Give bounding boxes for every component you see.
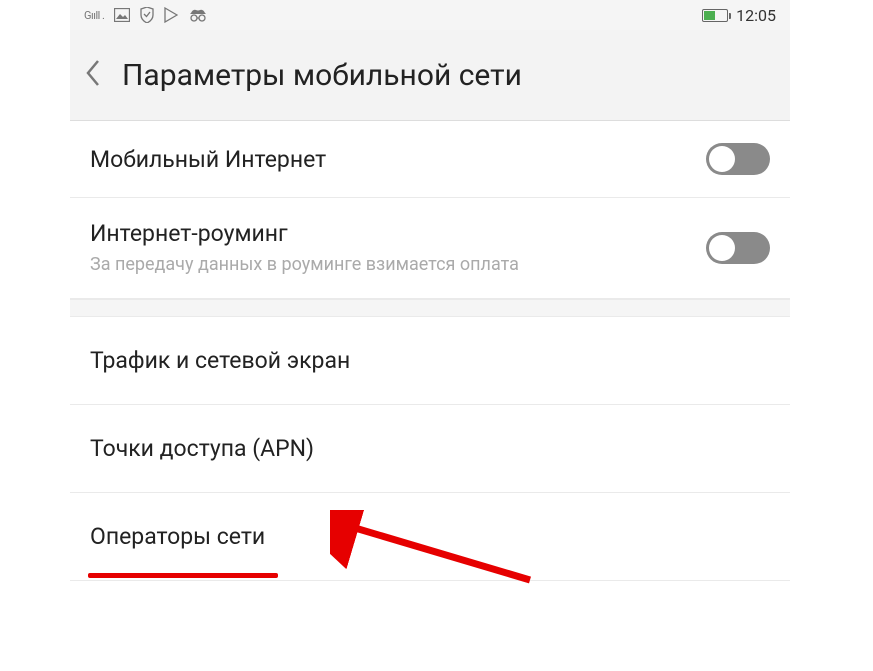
- status-bar: Gııll . 12:05: [70, 0, 790, 30]
- battery-icon: [702, 9, 728, 22]
- app-header: Параметры мобильной сети: [70, 30, 790, 121]
- section-divider: [70, 299, 790, 317]
- annotation-underline: [88, 573, 278, 578]
- row-internet-roaming[interactable]: Интернет-роуминг За передачу данных в ро…: [70, 198, 790, 299]
- row-traffic-firewall-title: Трафик и сетевой экран: [90, 347, 770, 374]
- status-time: 12:05: [736, 6, 776, 25]
- row-mobile-internet[interactable]: Мобильный Интернет: [70, 121, 790, 198]
- row-traffic-firewall[interactable]: Трафик и сетевой экран: [70, 317, 790, 405]
- incognito-icon: [188, 8, 208, 22]
- toggle-mobile-internet[interactable]: [706, 143, 770, 175]
- row-internet-roaming-title: Интернет-роуминг: [90, 220, 706, 247]
- row-apn-title: Точки доступа (APN): [90, 435, 770, 462]
- shield-icon: [140, 7, 154, 23]
- row-network-operators[interactable]: Операторы сети: [70, 493, 790, 581]
- signal-indicator: Gııll .: [84, 9, 104, 22]
- row-internet-roaming-desc: За передачу данных в роуминге взимается …: [90, 253, 570, 276]
- row-network-operators-title: Операторы сети: [90, 523, 770, 550]
- toggle-internet-roaming[interactable]: [706, 232, 770, 264]
- page-title: Параметры мобильной сети: [122, 58, 522, 93]
- gallery-icon: [114, 8, 130, 22]
- row-mobile-internet-title: Мобильный Интернет: [90, 146, 706, 173]
- annotation-arrow: [330, 510, 550, 590]
- play-store-icon: [164, 7, 178, 23]
- back-button[interactable]: [84, 52, 112, 98]
- row-apn[interactable]: Точки доступа (APN): [70, 405, 790, 493]
